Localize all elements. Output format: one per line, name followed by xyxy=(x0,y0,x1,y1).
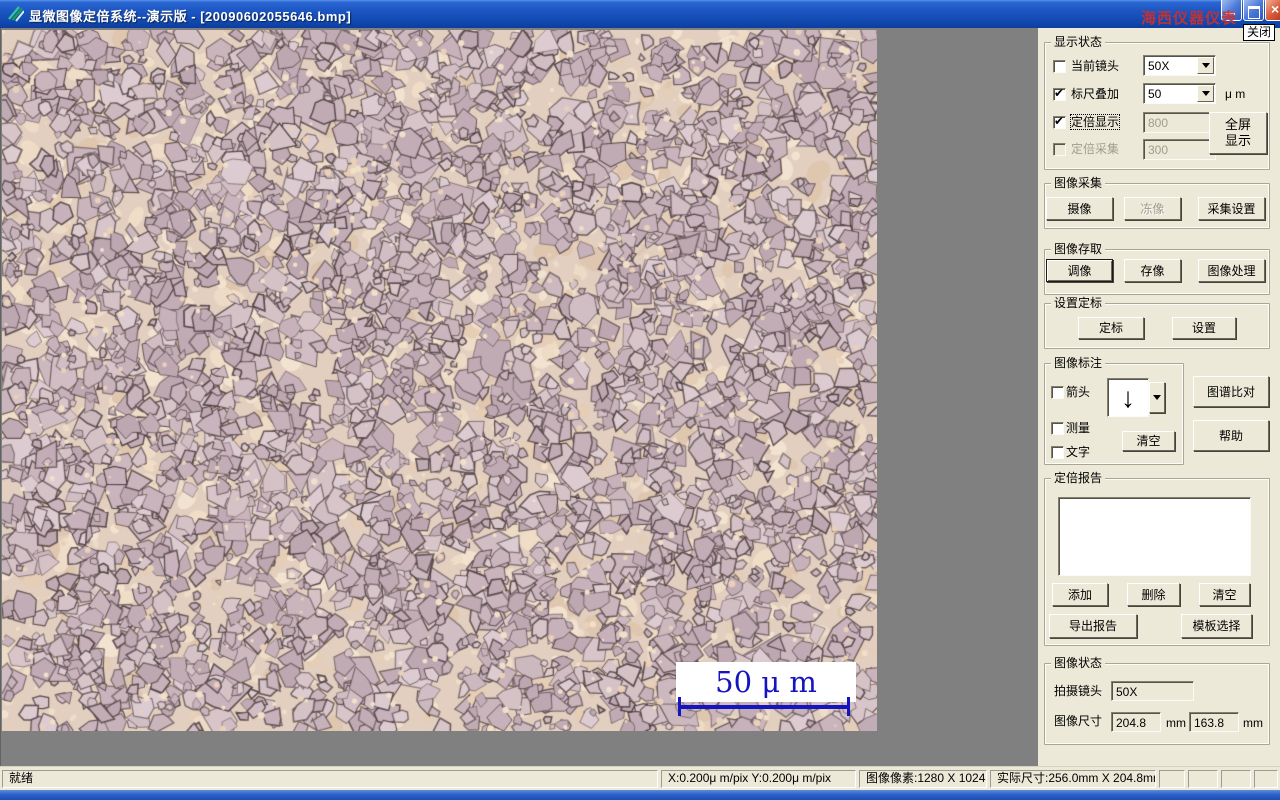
arrow-style-select[interactable]: ↓ xyxy=(1107,378,1165,417)
text-checkbox[interactable] xyxy=(1051,446,1064,459)
app-window: 显微图像定倍系统--演示版 - [20090602055646.bmp] 海西仪… xyxy=(0,0,1280,800)
scale-bar-line xyxy=(678,697,850,716)
load-image-button[interactable]: 调像 xyxy=(1046,259,1113,282)
status-cell-empty xyxy=(1188,770,1218,788)
status-image-pixels: 图像像素:1280 X 1024 xyxy=(859,770,987,788)
ruler-value-select[interactable]: 50 xyxy=(1143,83,1216,104)
scale-bar-overlay: 50 μ m xyxy=(676,662,856,702)
shoot-lens-field: 50X xyxy=(1111,681,1194,701)
status-actual-size: 实际尺寸:256.0mm X 204.8mm xyxy=(990,770,1156,788)
report-delete-button[interactable]: 删除 xyxy=(1127,583,1180,606)
fixed-display-label: 定倍显示 xyxy=(1069,114,1121,130)
window-bottom-border xyxy=(0,790,1280,800)
fixed-capture-label: 定倍采集 xyxy=(1071,142,1120,156)
display-status-title: 显示状态 xyxy=(1051,35,1106,49)
text-label: 文字 xyxy=(1066,445,1091,459)
shoot-button[interactable]: 摄像 xyxy=(1046,197,1113,220)
maximize-button[interactable] xyxy=(1243,0,1264,21)
fixed-display-value-field: 800 xyxy=(1143,112,1216,133)
window-title: 显微图像定倍系统--演示版 - [20090602055646.bmp] xyxy=(29,9,352,24)
scale-bar-label: 50 μ m xyxy=(715,665,817,699)
image-process-button[interactable]: 图像处理 xyxy=(1198,259,1265,282)
atlas-compare-button[interactable]: 图谱比对 xyxy=(1193,376,1269,407)
chevron-down-icon[interactable] xyxy=(1149,382,1165,413)
shoot-lens-label: 拍摄镜头 xyxy=(1054,684,1103,698)
image-status-group: 图像状态 xyxy=(1044,656,1270,745)
save-image-button[interactable]: 存像 xyxy=(1124,259,1181,282)
measure-label: 测量 xyxy=(1066,421,1091,435)
status-ready: 就绪 xyxy=(2,770,658,788)
calibrate-button[interactable]: 定标 xyxy=(1078,317,1144,339)
capture-group-title: 图像采集 xyxy=(1051,176,1106,190)
help-button[interactable]: 帮助 xyxy=(1193,420,1269,451)
scale-bar-tick-right xyxy=(847,697,850,716)
title-bar: 显微图像定倍系统--演示版 - [20090602055646.bmp] 海西仪… xyxy=(0,0,1280,41)
ruler-unit-label: μ m xyxy=(1225,87,1246,101)
status-cell-empty xyxy=(1254,770,1278,788)
main-content: 50 μ m 显示状态 当前镜头 50X 标尺叠加 50 xyxy=(0,28,1280,766)
annotation-clear-button[interactable]: 清空 xyxy=(1122,431,1175,451)
control-panel: 显示状态 当前镜头 50X 标尺叠加 50 μ m 定倍显示 800 定倍采集 … xyxy=(1038,28,1280,766)
ruler-value: 50 xyxy=(1148,87,1162,101)
fixed-display-checkbox[interactable] xyxy=(1053,114,1066,129)
status-cell-empty xyxy=(1159,770,1185,788)
down-arrow-icon: ↓ xyxy=(1121,381,1135,413)
current-lens-value: 50X xyxy=(1148,59,1170,73)
micrograph[interactable] xyxy=(2,30,877,731)
freeze-button: 冻像 xyxy=(1124,197,1181,220)
storage-group-title: 图像存取 xyxy=(1051,242,1106,256)
calibration-group-title: 设置定标 xyxy=(1051,296,1106,310)
fixed-capture-value-field: 300 xyxy=(1143,139,1216,160)
image-height-unit: mm xyxy=(1243,716,1263,730)
arrow-checkbox[interactable] xyxy=(1051,386,1064,399)
image-size-label: 图像尺寸 xyxy=(1054,714,1103,728)
ruler-overlay-label: 标尺叠加 xyxy=(1071,87,1120,101)
status-bar: 就绪 X:0.200μ m/pix Y:0.200μ m/pix 图像像素:12… xyxy=(0,766,1280,790)
status-pixel-scale: X:0.200μ m/pix Y:0.200μ m/pix xyxy=(661,770,856,788)
image-canvas-area: 50 μ m xyxy=(0,28,1038,766)
image-status-title: 图像状态 xyxy=(1051,656,1106,670)
arrow-style-preview: ↓ xyxy=(1107,378,1149,417)
image-width-unit: mm xyxy=(1166,716,1186,730)
close-tooltip: 关闭 xyxy=(1243,24,1276,41)
current-lens-checkbox[interactable] xyxy=(1053,60,1066,73)
measure-checkbox[interactable] xyxy=(1051,422,1064,435)
vendor-watermark: 海西仪器仪表 xyxy=(1141,10,1238,27)
chevron-down-icon[interactable] xyxy=(1197,57,1214,74)
image-height-field: 163.8 xyxy=(1189,712,1239,732)
arrow-label: 箭头 xyxy=(1066,385,1091,399)
chevron-down-icon[interactable] xyxy=(1197,85,1214,102)
report-group-title: 定倍报告 xyxy=(1051,471,1106,485)
template-select-button[interactable]: 模板选择 xyxy=(1181,614,1252,638)
status-cell-empty xyxy=(1221,770,1251,788)
image-width-field: 204.8 xyxy=(1111,712,1161,732)
export-report-button[interactable]: 导出报告 xyxy=(1049,614,1137,638)
report-add-button[interactable]: 添加 xyxy=(1052,583,1108,606)
report-listbox[interactable] xyxy=(1058,497,1251,576)
scale-bar-tick-left xyxy=(678,697,681,716)
report-clear-button[interactable]: 清空 xyxy=(1199,583,1250,606)
app-icon xyxy=(7,5,25,22)
calibration-settings-button[interactable]: 设置 xyxy=(1172,317,1236,339)
current-lens-label: 当前镜头 xyxy=(1071,59,1120,73)
current-lens-select[interactable]: 50X xyxy=(1143,55,1216,76)
annotation-group-title: 图像标注 xyxy=(1051,356,1106,370)
close-button[interactable] xyxy=(1265,0,1280,21)
capture-settings-button[interactable]: 采集设置 xyxy=(1198,197,1265,220)
fullscreen-button[interactable]: 全屏显示 xyxy=(1209,112,1267,154)
ruler-overlay-checkbox[interactable] xyxy=(1053,86,1066,101)
fixed-capture-checkbox xyxy=(1053,143,1066,156)
